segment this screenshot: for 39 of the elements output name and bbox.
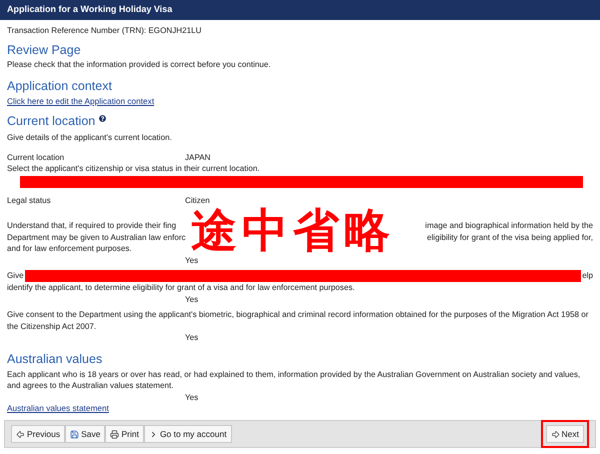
section-heading: Current location [7,114,96,129]
field-label: Legal status [7,194,52,206]
intro-text: Give details of the applicant's current location. [7,132,173,144]
declaration-text: image and biographical information held by the [425,220,593,232]
field-label: Current location [7,152,66,163]
omission-label: 途中省略 [191,206,395,254]
window-title: Application for a Working Holiday Visa [7,3,172,16]
declaration-text: Department may be given to Australian law enforc [7,232,186,243]
declaration-text: Give consent to the Department using the applicant's biometric, biographical and criminal record information obtained for the purposes of the Migration Act 1958 or the Citizenship Act 2007. [7,309,590,332]
field-value: Citizen [185,194,210,206]
help-icon[interactable] [99,115,106,122]
field-hint: Select the applicant's citizenship or visa status in their current location. [7,163,261,174]
values-text: Each applicant who is 18 years or over has read, or had explained to them, information provided by the Australian Government on Australian society and values, and agrees to the Australian values statement. [7,368,582,392]
section-heading: Application context [7,79,113,94]
declaration-text: identify the applicant, to determine eligibility for grant of a visa and for law enforcement purposes. [7,282,356,294]
toolbar-button[interactable]: Previous [11,425,66,443]
toolbar-button[interactable]: Save [65,425,106,443]
declaration-text: eligibility for grant of the visa being applied for, [426,232,593,243]
toolbar-button[interactable]: Go to my account [144,425,232,443]
edit-context-link[interactable]: Click here to edit the Application context [7,96,154,107]
answer-value: Yes [185,294,198,304]
declaration-text: Understand that, if required to provide their fing [7,220,176,232]
values-statement-link[interactable]: Australian values statement [7,403,109,414]
section-heading: Review Page [7,42,82,58]
answer-value: Yes [185,256,198,264]
printer-icon [110,430,120,438]
answer-value: Yes [185,333,198,342]
answer-value: Yes [185,392,198,402]
right-arrow-icon [550,430,560,438]
section-heading: Australian values [7,352,104,366]
reference-number: Transaction Reference Number (TRN): EGONJH21LU [7,25,202,36]
field-value: JAPAN [185,152,210,163]
declaration-text: and for law enforcement purposes. [7,243,133,254]
toolbar-button[interactable]: Print [105,425,144,443]
declaration-text: Give [7,270,24,282]
left-arrow-icon [16,430,25,438]
instruction-text: Please check that the information provided is correct before you continue. [7,58,272,70]
next-button[interactable]: Next [546,425,584,443]
declaration-text: elp [582,270,593,282]
